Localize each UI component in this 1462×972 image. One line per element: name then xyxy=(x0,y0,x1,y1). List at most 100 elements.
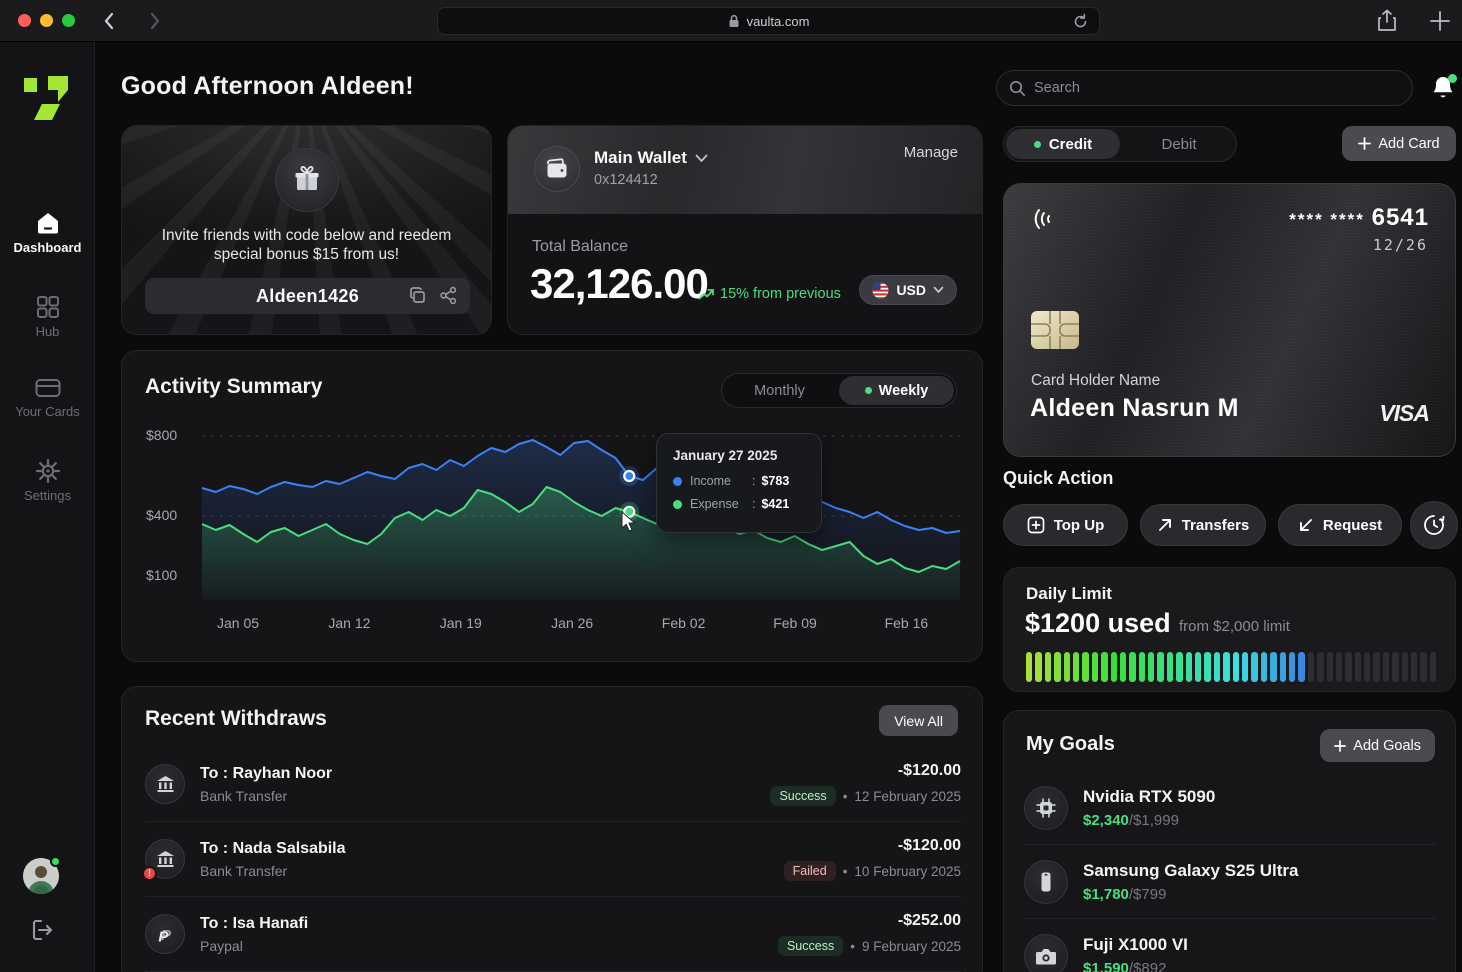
limit-segment xyxy=(1204,652,1210,682)
wallet-name-select[interactable]: Main Wallet xyxy=(594,148,708,168)
gift-icon-circle xyxy=(275,148,339,212)
plus-icon xyxy=(1334,740,1346,752)
paypal-icon: PP xyxy=(156,925,174,944)
zoom-window-button[interactable] xyxy=(62,14,75,27)
withdraw-name: To : Nada Salsabila xyxy=(200,840,346,858)
wallet-card: Main Wallet 0x124412 Manage Total Balanc… xyxy=(507,125,983,335)
phone-icon-circle xyxy=(1024,860,1068,904)
currency-select[interactable]: USD xyxy=(859,275,957,305)
withdraw-row[interactable]: ! To : Nada Salsabila Bank Transfer -$12… xyxy=(145,822,961,897)
limit-segment xyxy=(1101,652,1107,682)
back-icon[interactable] xyxy=(98,9,122,33)
activity-chart[interactable]: January 27 2025 Income :$783 Expense :$4… xyxy=(122,423,984,658)
goal-saved: $1,590 xyxy=(1083,960,1129,972)
weekly-tab[interactable]: Weekly xyxy=(839,376,954,405)
withdraw-row[interactable]: To : Rayhan Noor Bank Transfer -$120.00 … xyxy=(145,747,961,822)
browser-toolbar: vaulta.com xyxy=(0,0,1462,42)
period-toggle: Monthly Weekly xyxy=(721,373,957,408)
withdraw-method: Bank Transfer xyxy=(200,863,346,879)
search-input[interactable] xyxy=(1034,80,1364,96)
search-icon xyxy=(1009,80,1026,97)
plus-square-icon xyxy=(1027,516,1045,534)
sidebar-item-label: Dashboard xyxy=(0,240,95,255)
tooltip-income-value: $783 xyxy=(761,474,789,488)
limit-segment xyxy=(1195,652,1201,682)
bank-icon xyxy=(156,850,175,868)
transfers-button[interactable]: Transfers xyxy=(1140,504,1266,546)
limit-segment xyxy=(1054,652,1060,682)
limit-segment xyxy=(1289,652,1295,682)
sidebar-item-your-cards[interactable]: Your Cards xyxy=(0,376,95,419)
goal-row[interactable]: Samsung Galaxy S25 Ultra $1,780/$799 xyxy=(1024,845,1437,919)
bank-icon-circle: ! xyxy=(145,839,185,879)
gear-icon xyxy=(35,458,61,484)
active-period-dot xyxy=(865,387,872,394)
invite-card: Invite friends with code below and reede… xyxy=(121,125,492,335)
us-flag-icon xyxy=(872,282,889,299)
notifications-button[interactable] xyxy=(1430,74,1458,102)
wallet-icon xyxy=(545,158,569,180)
trend-text: 15% from previous xyxy=(720,286,841,302)
y-axis-label: $100 xyxy=(146,567,177,583)
limit-segment xyxy=(1167,652,1173,682)
withdraw-amount: -$252.00 xyxy=(778,912,961,930)
debit-tab[interactable]: Debit xyxy=(1122,127,1236,161)
referral-code-field[interactable]: Aldeen1426 xyxy=(145,278,470,314)
sidebar-item-dashboard[interactable]: Dashboard xyxy=(0,210,95,255)
trend-indicator: 15% from previous xyxy=(698,286,841,302)
limit-segment xyxy=(1430,652,1436,682)
gpu-chip-icon xyxy=(1035,797,1057,819)
withdraw-date: 12 February 2025 xyxy=(854,789,961,804)
minimize-window-button[interactable] xyxy=(40,14,53,27)
logout-icon[interactable] xyxy=(30,918,55,942)
share-icon[interactable] xyxy=(1375,8,1399,34)
goal-target: /$892 xyxy=(1129,960,1167,972)
x-axis-label: Jan 05 xyxy=(217,615,259,631)
camera-icon xyxy=(1035,947,1057,966)
limit-segment xyxy=(1223,652,1229,682)
withdraw-row[interactable]: PP To : Isa Hanafi Paypal -$252.00 Succe… xyxy=(145,897,961,972)
add-goals-button[interactable]: Add Goals xyxy=(1320,729,1435,762)
request-label: Request xyxy=(1323,517,1382,534)
reload-icon[interactable] xyxy=(1072,13,1089,30)
view-all-button[interactable]: View All xyxy=(879,705,958,736)
wallet-name: Main Wallet xyxy=(594,148,687,168)
limit-segment xyxy=(1317,652,1323,682)
goal-row[interactable]: Nvidia RTX 5090 $2,340/$1,999 xyxy=(1024,771,1437,845)
limit-segment xyxy=(1336,652,1342,682)
income-dot-icon xyxy=(673,477,682,486)
sidebar-item-hub[interactable]: Hub xyxy=(0,294,95,339)
credit-tab[interactable]: Credit xyxy=(1006,129,1120,159)
wallet-address: 0x124412 xyxy=(594,172,658,188)
sidebar-item-settings[interactable]: Settings xyxy=(0,458,95,503)
credit-card-visual[interactable]: **** **** 6541 12/26 Card Holder Name Al… xyxy=(1003,183,1456,457)
limit-segment xyxy=(1392,652,1398,682)
top-up-button[interactable]: Top Up xyxy=(1003,504,1128,546)
copy-icon[interactable] xyxy=(408,286,427,305)
close-window-button[interactable] xyxy=(18,14,31,27)
activity-summary-card: Activity Summary Monthly Weekly January … xyxy=(121,350,983,662)
gpu-icon-circle xyxy=(1024,786,1068,830)
transfers-label: Transfers xyxy=(1182,517,1250,534)
limit-segment xyxy=(1064,652,1070,682)
add-card-button[interactable]: Add Card xyxy=(1342,126,1456,161)
share-code-icon[interactable] xyxy=(439,286,458,305)
my-goals-card: My Goals Add Goals Nvidia RTX 5090 $2,34… xyxy=(1003,710,1456,972)
limit-segment xyxy=(1261,652,1267,682)
home-icon xyxy=(34,210,62,236)
request-button[interactable]: Request xyxy=(1278,504,1402,546)
manage-link[interactable]: Manage xyxy=(904,144,958,161)
sidebar-item-label: Your Cards xyxy=(0,404,95,419)
goal-row[interactable]: Fuji X1000 VI $1,590/$892 xyxy=(1024,919,1437,972)
goals-title: My Goals xyxy=(1026,733,1115,756)
forward-icon[interactable] xyxy=(142,9,166,33)
goal-target: /$1,999 xyxy=(1129,812,1179,829)
monthly-tab[interactable]: Monthly xyxy=(722,374,837,407)
search-bar[interactable] xyxy=(996,70,1413,106)
history-button[interactable] xyxy=(1410,501,1458,549)
card-number-masked: **** **** 6541 xyxy=(1289,204,1429,232)
chart-tooltip: January 27 2025 Income :$783 Expense :$4… xyxy=(656,433,822,533)
new-tab-icon[interactable] xyxy=(1428,8,1452,34)
address-bar[interactable]: vaulta.com xyxy=(437,7,1100,35)
top-up-label: Top Up xyxy=(1054,517,1105,534)
